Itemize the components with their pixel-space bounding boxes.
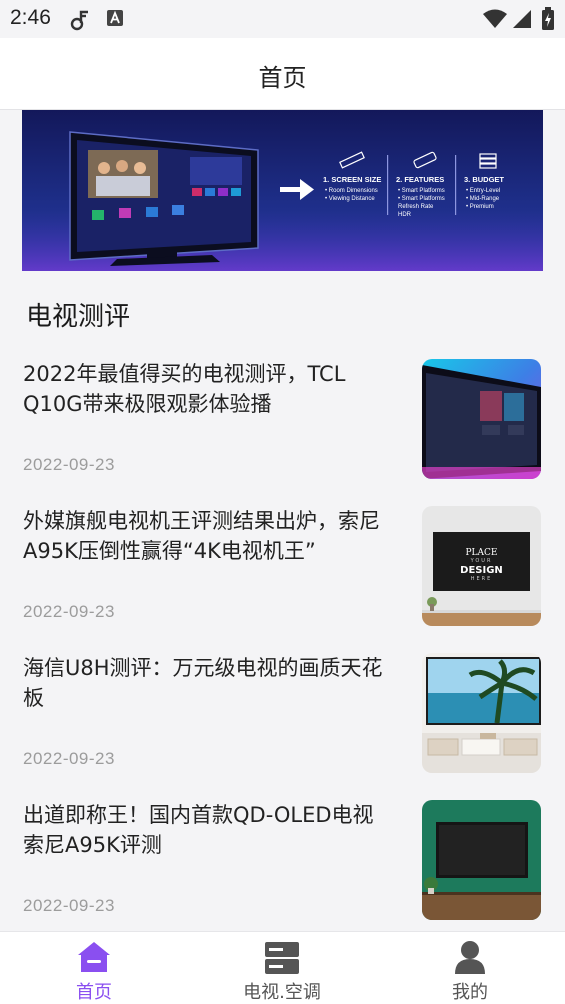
- nav-label: 我的: [452, 982, 488, 1003]
- status-time: 2:46: [10, 6, 51, 29]
- banner-step-item: • Smart Platforms: [398, 188, 445, 194]
- arrow-right-icon: [280, 179, 314, 200]
- banner-image[interactable]: 1. SCREEN SIZE • Room Dimensions • Viewi…: [22, 110, 543, 271]
- article-thumbnail: [422, 800, 541, 920]
- banner-step-item: • Viewing Distance: [325, 196, 375, 202]
- banner-tv-illustration: [69, 131, 259, 266]
- appliance-icon: [264, 939, 300, 975]
- notification-icon: [70, 9, 92, 35]
- thumb-text: HERE: [471, 576, 493, 582]
- nav-label: 首页: [76, 982, 112, 1003]
- article-date: 2022-09-23: [23, 455, 115, 474]
- article-item[interactable]: 出道即称王！国内首款QD-OLED电视索尼A95K评测 2022-09-23: [0, 800, 565, 947]
- banner-step-screen-size: 1. SCREEN SIZE • Room Dimensions • Viewi…: [323, 151, 381, 202]
- article-thumbnail: [422, 653, 541, 773]
- thumb-text: DESIGN: [460, 565, 503, 576]
- keyboard-a-icon: [106, 9, 124, 31]
- article-item[interactable]: 2022年最值得买的电视测评，TCL Q10G带来极限观影体验播 2022-09…: [0, 359, 565, 506]
- battery-icon: [541, 7, 555, 35]
- banner-step-item: HDR: [398, 212, 412, 218]
- article-item[interactable]: 海信U8H测评：万元级电视的画质天花板 2022-09-23: [0, 653, 565, 800]
- nav-item-home[interactable]: 首页: [34, 932, 154, 1004]
- article-date: 2022-09-23: [23, 749, 115, 768]
- bottom-nav: 首页 电视.空调 我的: [0, 931, 565, 1004]
- banner-step-title: 1. SCREEN SIZE: [323, 175, 381, 184]
- banner-step-item: • Room Dimensions: [325, 188, 378, 194]
- article-thumbnail: PLACE YOUR DESIGN HERE: [422, 506, 541, 626]
- banner-step-budget: 3. BUDGET • Entry-Level • Mid-Range • Pr…: [464, 153, 504, 210]
- banner-step-item: • Mid-Range: [466, 196, 500, 202]
- article-thumbnail: [422, 359, 541, 479]
- article-date: 2022-09-23: [23, 602, 115, 621]
- section-title: 电视测评: [26, 302, 131, 332]
- article-item[interactable]: 外媒旗舰电视机王评测结果出炉，索尼A95K压倒性赢得“4K电视机王” 2022-…: [0, 506, 565, 653]
- article-title: 2022年最值得买的电视测评，TCL Q10G带来极限观影体验播: [23, 362, 346, 416]
- page-title: 首页: [258, 64, 307, 92]
- wifi-icon: [482, 9, 508, 33]
- article-title: 外媒旗舰电视机王评测结果出炉，索尼A95K压倒性赢得“4K电视机王”: [23, 509, 380, 563]
- nav-label: 电视.空调: [243, 982, 321, 1003]
- article-title: 海信U8H测评：万元级电视的画质天花板: [23, 656, 383, 710]
- cellular-signal-icon: [512, 9, 532, 33]
- status-bar: 2:46: [0, 0, 565, 38]
- banner-step-item: Refresh Rate: [398, 204, 434, 210]
- banner-step-features: 2. FEATURES • Smart Platforms • Smart Pl…: [396, 151, 445, 218]
- banner-step-item: • Entry-Level: [466, 188, 500, 194]
- banner-step-item: • Smart Platforms: [398, 196, 445, 202]
- article-date: 2022-09-23: [23, 896, 115, 915]
- thumb-text: YOUR: [470, 558, 493, 564]
- banner-step-title: 2. FEATURES: [396, 175, 444, 184]
- nav-item-profile[interactable]: 我的: [410, 932, 530, 1004]
- banner-step-item: • Premium: [466, 204, 494, 210]
- article-title: 出道即称王！国内首款QD-OLED电视索尼A95K评测: [23, 803, 374, 857]
- banner-step-title: 3. BUDGET: [464, 175, 504, 184]
- banner-steps: 1. SCREEN SIZE • Room Dimensions • Viewi…: [323, 151, 504, 218]
- thumb-text: PLACE: [466, 548, 498, 558]
- nav-item-appliances[interactable]: 电视.空调: [222, 932, 342, 1004]
- home-icon: [76, 939, 112, 975]
- user-icon: [452, 939, 488, 975]
- app-header: 首页: [0, 38, 565, 110]
